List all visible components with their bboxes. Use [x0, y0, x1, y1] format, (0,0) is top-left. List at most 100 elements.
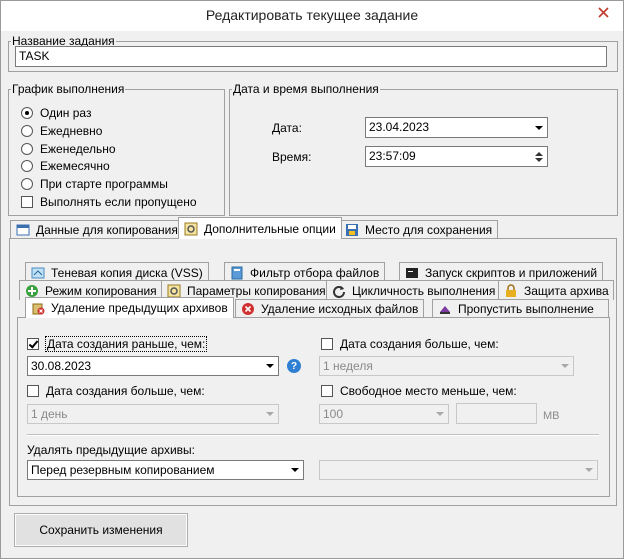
- schedule-weekly-option[interactable]: Еженедельно: [21, 141, 116, 157]
- created-after-right-dropdown-button[interactable]: [557, 358, 572, 374]
- tab-label: Удаление предыдущих архивов: [51, 301, 228, 315]
- save-changes-button[interactable]: Сохранить изменения: [14, 513, 188, 547]
- created-before-checkbox[interactable]: [27, 338, 39, 350]
- time-label: Время:: [272, 150, 312, 164]
- created-after-right-option[interactable]: Дата создания больше, чем:: [321, 336, 499, 352]
- created-after-left-dropdown-button[interactable]: [262, 406, 277, 422]
- created-before-option[interactable]: Дата создания раньше, чем:: [27, 336, 208, 352]
- radio-daily[interactable]: [21, 125, 33, 137]
- schedule-option-label: Ежедневно: [40, 124, 103, 138]
- chevron-down-icon: [534, 125, 543, 130]
- chevron-down-icon: [560, 364, 569, 368]
- date-picker[interactable]: 23.04.2023: [365, 117, 548, 138]
- schedule-legend: График выполнения: [12, 82, 125, 96]
- created-after-left-label: Дата создания больше, чем:: [46, 384, 205, 398]
- created-after-left-combo[interactable]: 1 день: [27, 404, 279, 424]
- spin-up-icon[interactable]: [534, 151, 543, 156]
- created-after-right-label: Дата создания больше, чем:: [340, 337, 499, 351]
- tab-label: Теневая копия диска (VSS): [51, 265, 203, 280]
- created-after-left-value: 1 день: [31, 407, 68, 421]
- datetime-legend: Дата и время выполнения: [233, 82, 379, 96]
- created-before-value: 30.08.2023: [31, 359, 92, 373]
- free-space-value: 100: [323, 407, 344, 421]
- chevron-down-icon: [265, 364, 274, 368]
- tab-label: Пропустить выполнение: [458, 302, 594, 316]
- free-space-checkbox[interactable]: [321, 385, 333, 397]
- run-if-missed-label: Выполнять если пропущено: [40, 195, 197, 209]
- tab-run-scripts[interactable]: Запуск скриптов и приложений: [399, 262, 604, 282]
- tab-shadow-copy[interactable]: Теневая копия диска (VSS): [25, 262, 209, 282]
- free-space-amount-input[interactable]: [456, 403, 537, 424]
- schedule-once-option[interactable]: Один раз: [21, 105, 91, 121]
- title-bar: Редактировать текущее задание: [1, 1, 623, 31]
- copy-mode-icon: [26, 284, 38, 297]
- free-space-dropdown-button[interactable]: [432, 406, 447, 422]
- tab-label: Защита архива: [524, 283, 609, 298]
- radio-monthly[interactable]: [21, 160, 33, 172]
- schedule-option-label: При старте программы: [40, 177, 168, 191]
- created-after-left-option[interactable]: Дата создания больше, чем:: [27, 383, 205, 399]
- radio-weekly[interactable]: [21, 143, 33, 155]
- close-button[interactable]: [589, 2, 617, 22]
- tab-label: Место для сохранения: [365, 223, 493, 237]
- date-label: Дата:: [272, 121, 302, 135]
- help-icon[interactable]: ?: [287, 359, 301, 373]
- tab-label: Удаление исходных файлов: [261, 302, 419, 316]
- tab-save-location[interactable]: Место для сохранения: [339, 220, 499, 239]
- delete-when-value: Перед резервным копированием: [31, 463, 215, 477]
- free-space-combo[interactable]: 100: [319, 404, 449, 424]
- created-after-right-value: 1 неделя: [323, 359, 373, 373]
- date-dropdown-button[interactable]: [531, 119, 546, 136]
- date-value: 23.04.2023: [369, 120, 430, 134]
- tab-label: Цикличность выполнения: [352, 283, 496, 298]
- panel-separator: [27, 434, 599, 436]
- second-delete-dropdown-button[interactable]: [581, 462, 596, 478]
- schedule-startup-option[interactable]: При старте программы: [21, 176, 168, 192]
- cycle-icon: [333, 285, 345, 298]
- tab-data-for-copy[interactable]: Данные для копирования: [10, 220, 184, 239]
- second-delete-combo[interactable]: [319, 460, 598, 480]
- schedule-monthly-option[interactable]: Ежемесячно: [21, 158, 110, 174]
- delete-when-combo[interactable]: Перед резервным копированием: [27, 460, 304, 480]
- created-before-date-picker[interactable]: 30.08.2023: [27, 356, 279, 376]
- lock-icon: [506, 283, 516, 297]
- save-changes-label: Сохранить изменения: [39, 523, 163, 537]
- schedule-option-label: Еженедельно: [40, 142, 116, 156]
- free-space-option[interactable]: Свободное место меньше, чем:: [321, 383, 517, 399]
- skip-icon: [440, 306, 450, 314]
- tab-delete-previous-archives[interactable]: Удаление предыдущих архивов: [25, 297, 234, 318]
- tab-archive-protection[interactable]: Защита архива: [498, 280, 614, 300]
- chevron-down-icon: [584, 468, 593, 472]
- copy-params-icon: [167, 284, 181, 297]
- tab-delete-source-files[interactable]: Удаление исходных файлов: [235, 299, 425, 318]
- time-value: 23:57:09: [369, 149, 416, 163]
- schedule-daily-option[interactable]: Ежедневно: [21, 123, 102, 139]
- schedule-option-label: Один раз: [40, 106, 92, 120]
- created-after-right-checkbox[interactable]: [321, 338, 333, 350]
- delete-archives-icon: [32, 303, 45, 315]
- schedule-option-label: Ежемесячно: [40, 159, 110, 173]
- delete-when-dropdown-button[interactable]: [287, 462, 302, 478]
- edit-task-window: Редактировать текущее задание Название з…: [0, 0, 624, 559]
- time-picker[interactable]: 23:57:09: [365, 146, 548, 167]
- radio-startup[interactable]: [21, 178, 33, 190]
- radio-once[interactable]: [21, 107, 33, 119]
- created-before-dropdown-button[interactable]: [262, 358, 277, 374]
- tab-additional-options[interactable]: Дополнительные опции: [178, 217, 342, 239]
- tab-label: Запуск скриптов и приложений: [425, 265, 598, 280]
- tab-cycle[interactable]: Цикличность выполнения: [326, 280, 502, 300]
- task-name-input[interactable]: TASK: [15, 46, 607, 67]
- window-title: Редактировать текущее задание: [205, 7, 419, 23]
- run-if-missed-option[interactable]: Выполнять если пропущено: [21, 194, 197, 210]
- created-after-left-checkbox[interactable]: [27, 385, 39, 397]
- tab-skip-execution[interactable]: Пропустить выполнение: [432, 299, 609, 318]
- spin-down-icon[interactable]: [534, 157, 543, 162]
- chevron-down-icon: [265, 412, 274, 416]
- delete-when-label: Удалять предыдущие архивы:: [27, 443, 195, 457]
- time-spinner[interactable]: [531, 148, 546, 165]
- tab-label: Режим копирования: [45, 283, 157, 298]
- tab-file-filter[interactable]: Фильтр отбора файлов: [224, 262, 386, 282]
- run-if-missed-checkbox[interactable]: [21, 196, 33, 208]
- created-after-right-combo[interactable]: 1 неделя: [319, 356, 574, 376]
- save-location-icon: [346, 224, 358, 236]
